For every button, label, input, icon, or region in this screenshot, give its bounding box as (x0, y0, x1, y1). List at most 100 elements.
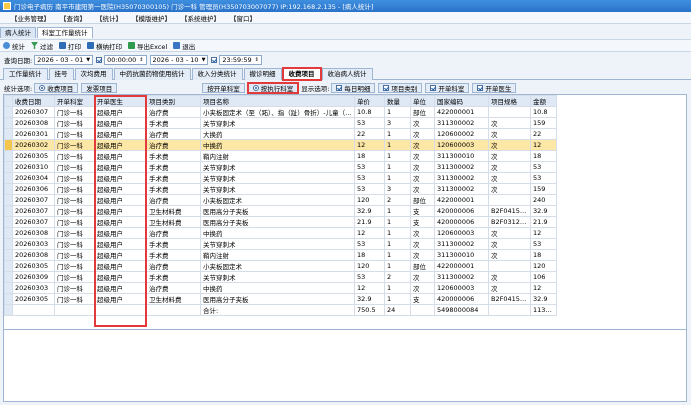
table-row[interactable]: 20260310 门诊一科 超级用户 手术费 关节穿刺术 53 1 次 311300002 次 53 (4, 161, 557, 173)
table-row[interactable]: 20260309 门诊一科 超级用户 手术费 关节穿刺术 53 2 次 311300002 次 10… (4, 271, 557, 283)
end-time-field[interactable]: 23:59:59 ⇕ (219, 55, 262, 65)
menu-system[interactable]: 【系统维护】 (176, 13, 225, 23)
col-order-doctor[interactable]: 开单医生 (94, 95, 147, 107)
tab-workload[interactable]: 工作量统计 (3, 68, 48, 80)
table-cell: 20260303 (12, 238, 55, 250)
table-row[interactable]: 20260304 门诊一科 超级用户 手术费 关节穿刺术 53 1 次 311300002 次 53 (4, 172, 557, 184)
row-header[interactable] (4, 139, 13, 151)
col-charge-date[interactable]: 收费日期 (12, 95, 55, 107)
table-cell: 超级用户 (94, 128, 147, 140)
tab-patient-stats[interactable]: 病人统计 (0, 27, 36, 38)
row-header[interactable] (4, 238, 13, 250)
tab-avg-cost[interactable]: 次均费用 (74, 68, 113, 80)
col-item-spec[interactable]: 项目规格 (488, 95, 531, 107)
print-all-button[interactable]: 横纳打印 (87, 41, 122, 51)
table-cell: 鞘内注射 (200, 150, 355, 162)
table-cell: 超级用户 (94, 106, 147, 118)
option-order-doctor-display[interactable]: 开单医生 (472, 82, 517, 93)
col-item-name[interactable]: 项目名称 (200, 95, 355, 107)
checkbox-icon (477, 84, 484, 91)
tab-registration[interactable]: 挂号 (48, 68, 74, 80)
menu-statistics[interactable]: 【统计】 (91, 13, 127, 23)
tab-admission-stats[interactable]: 收治病人统计 (321, 68, 373, 80)
table-row[interactable]: 20260307 门诊一科 超级用户 治疗费 小夹板固定术（至（跖）、指（趾）骨折）-儿… (4, 106, 557, 118)
col-order-dept[interactable]: 开单科室 (54, 95, 95, 107)
start-date-field[interactable]: 2026 - 03 - 01 ▼ (34, 55, 94, 65)
table-cell: 治疗费 (146, 227, 201, 239)
option-exec-dept[interactable]: 按执行科室 (246, 81, 300, 94)
row-header[interactable] (4, 128, 13, 140)
col-amount[interactable]: 金额 (530, 95, 557, 107)
table-row[interactable]: 20260305 门诊一科 超级用户 手术费 鞘内注射 18 1 次 311300010 次 18 (4, 150, 557, 162)
table-cell: 311300002 (434, 117, 489, 129)
table-row[interactable]: 20260305 门诊一科 超级用户 卫生材料费 医用高分子夹板 32.9 1 支 420000… (4, 293, 557, 305)
stats-button[interactable]: 统计 (3, 41, 25, 51)
table-row[interactable]: 20260308 门诊一科 超级用户 治疗费 中换药 12 1 次 120600003 次 12 (4, 227, 557, 239)
table-row[interactable]: 20260302 门诊一科 超级用户 治疗费 中换药 12 1 次 120600003 次 12 (4, 139, 557, 151)
row-header[interactable] (4, 249, 13, 261)
table-row[interactable]: 20260303 门诊一科 超级用户 治疗费 中换药 12 1 次 120600003 次 12 (4, 282, 557, 294)
tab-income-category[interactable]: 收入分类统计 (191, 68, 243, 80)
results-grid[interactable]: 收费日期 开单科室 开单医生 项目类别 项目名称 单价 数量 单位 国家编码 项… (3, 94, 687, 330)
tab-antibiotics[interactable]: 中药抗菌药物使用统计 (113, 68, 191, 80)
row-header[interactable] (4, 282, 13, 294)
filter-button[interactable]: 过滤 (31, 41, 53, 51)
end-date-field[interactable]: 2026 - 03 - 10 ▼ (149, 55, 209, 65)
option-invoice-items[interactable]: 发票项目 (81, 82, 118, 93)
table-cell: 关节穿刺术 (200, 161, 355, 173)
menu-templates[interactable]: 【模版维护】 (127, 13, 176, 23)
table-cell: 20260302 (12, 139, 55, 151)
table-cell: 治疗费 (146, 128, 201, 140)
row-header[interactable] (4, 205, 13, 217)
tab-dept-workload[interactable]: 科室工作量统计 (37, 27, 93, 38)
option-item-category[interactable]: 项目类别 (378, 82, 423, 93)
tab-cancel-detail[interactable]: 撤诊明细 (243, 68, 282, 80)
table-cell: 门诊一科 (54, 172, 95, 184)
table-row[interactable]: 20260308 门诊一科 超级用户 手术费 关节穿刺术 53 3 次 311300002 次 15… (4, 117, 557, 129)
option-order-dept-display[interactable]: 开单科室 (425, 82, 470, 93)
table-row[interactable]: 20260307 门诊一科 超级用户 卫生材料费 医用高分子夹板 32.9 1 支 420000… (4, 205, 557, 217)
end-time-checkbox[interactable] (211, 57, 218, 63)
start-time-checkbox[interactable] (96, 57, 103, 63)
row-header[interactable] (4, 106, 13, 118)
row-header[interactable] (4, 293, 13, 305)
row-header[interactable] (4, 183, 13, 195)
export-excel-button[interactable]: 导出Excel (128, 41, 167, 51)
row-header[interactable] (4, 172, 13, 184)
col-national-code[interactable]: 国家编码 (434, 95, 489, 107)
col-unit[interactable]: 单位 (410, 95, 435, 107)
col-quantity[interactable]: 数量 (384, 95, 411, 107)
table-cell: 32.9 (530, 205, 557, 217)
table-row[interactable]: 20260307 门诊一科 超级用户 治疗费 小夹板固定术 120 2 部位 422000001… (4, 194, 557, 206)
print-button[interactable]: 打印 (59, 41, 81, 51)
menu-query[interactable]: 【查询】 (55, 13, 91, 23)
start-time-field[interactable]: 00:00:00 ⇕ (104, 55, 147, 65)
table-row[interactable]: 20260308 门诊一科 超级用户 手术费 鞘内注射 18 1 次 311300010 次 18 (4, 249, 557, 261)
row-header[interactable] (4, 216, 13, 228)
col-unit-price[interactable]: 单价 (354, 95, 385, 107)
menu-business[interactable]: 【业务管理】 (6, 13, 55, 23)
table-row[interactable]: 20260305 门诊一科 超级用户 治疗费 小夹板固定术 120 1 部位 422000001… (4, 260, 557, 272)
option-daily-detail[interactable]: 每日明细 (331, 82, 376, 93)
exit-button[interactable]: 退出 (173, 41, 195, 51)
option-order-dept[interactable]: 按开单科室 (202, 82, 245, 93)
excel-icon (128, 42, 135, 49)
row-header[interactable] (4, 227, 13, 239)
table-row[interactable]: 20260301 门诊一科 超级用户 治疗费 大换药 22 1 次 120600002 次 22 (4, 128, 557, 140)
row-header[interactable] (4, 150, 13, 162)
table-row[interactable]: 20260306 门诊一科 超级用户 手术费 关节穿刺术 53 3 次 311300002 次 15… (4, 183, 557, 195)
tab-charge-items[interactable]: 收费项目 (281, 67, 322, 81)
row-header[interactable] (4, 260, 13, 272)
chevron-down-icon: ▼ (201, 57, 206, 63)
row-header[interactable] (4, 194, 13, 206)
table-cell: 1 (384, 161, 411, 173)
option-charge-items[interactable]: 收费项目 (34, 82, 79, 93)
table-row[interactable]: 20260307 门诊一科 超级用户 卫生材料费 医用高分子夹板 21.9 1 支 420000… (4, 216, 557, 228)
row-header[interactable] (4, 271, 13, 283)
table-row[interactable]: 20260303 门诊一科 超级用户 手术费 关节穿刺术 53 1 次 311300002 次 53 (4, 238, 557, 250)
table-cell: 32.9 (530, 293, 557, 305)
col-item-category[interactable]: 项目类别 (146, 95, 201, 107)
row-header[interactable] (4, 117, 13, 129)
row-header[interactable] (4, 161, 13, 173)
menu-window[interactable]: 【窗口】 (225, 13, 261, 23)
